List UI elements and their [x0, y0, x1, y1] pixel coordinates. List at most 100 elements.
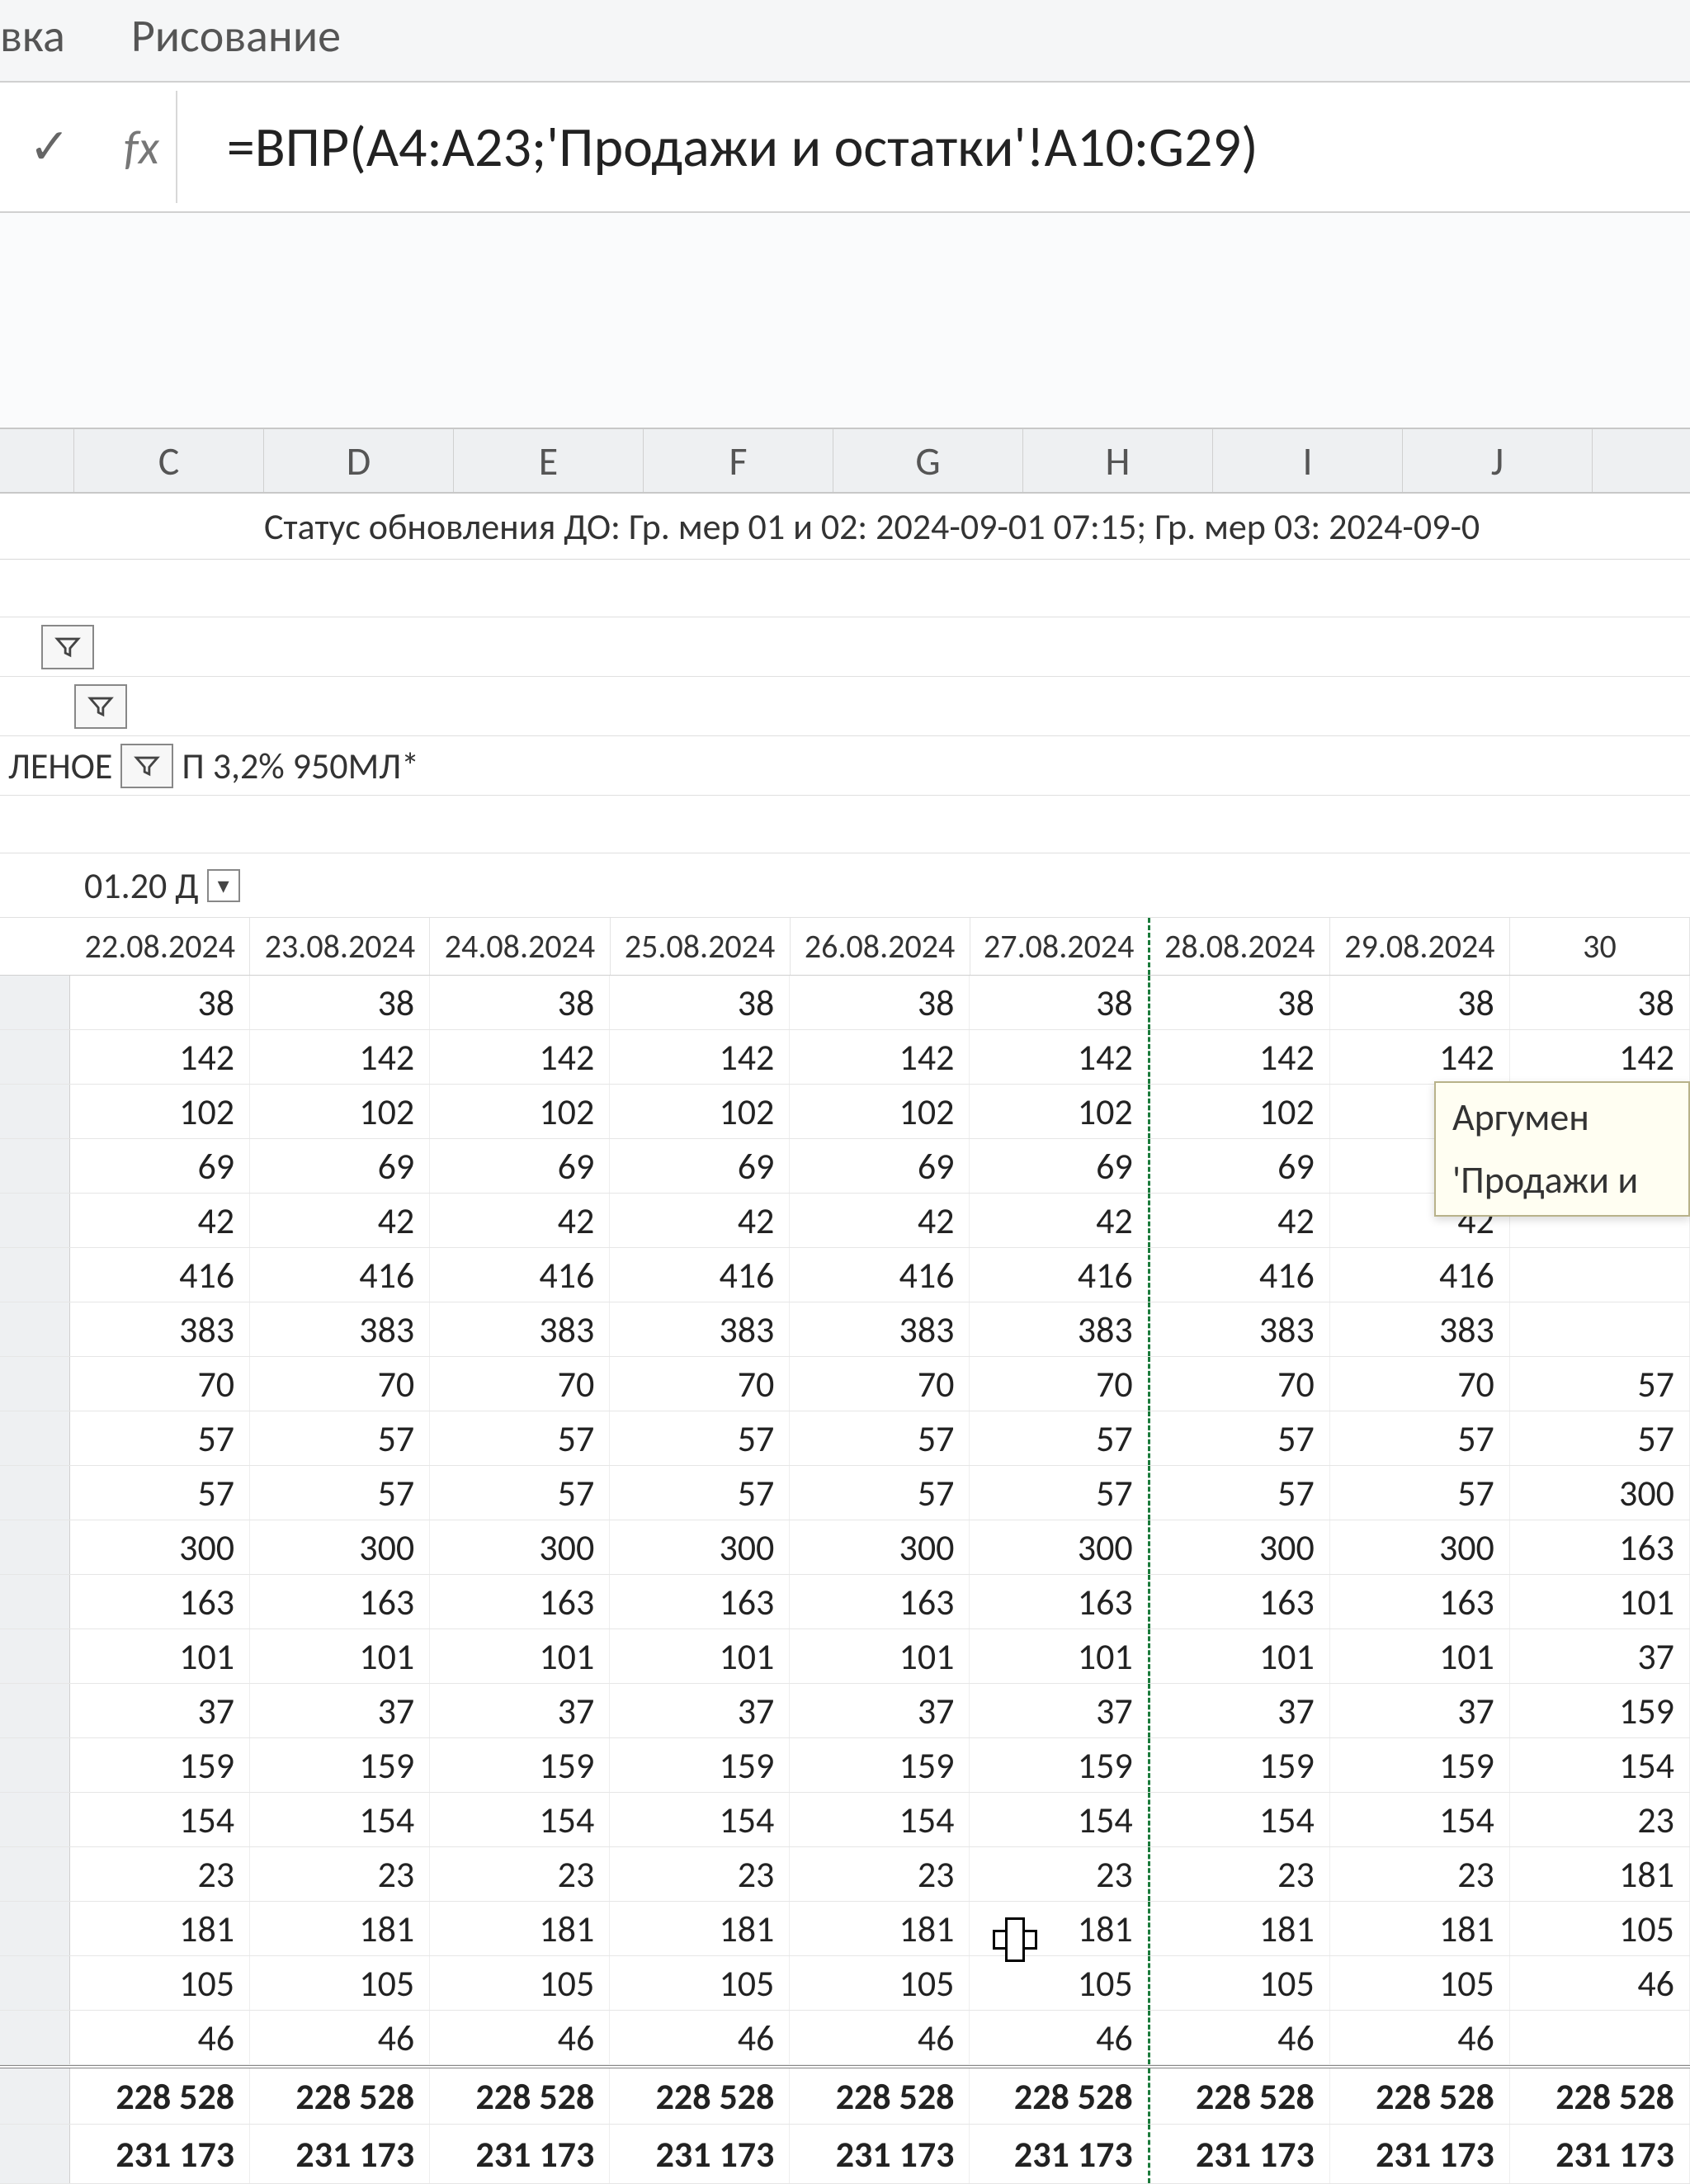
month-selector[interactable]: 01.20 Д ▾: [74, 863, 264, 908]
data-cell[interactable]: 102: [610, 1085, 790, 1138]
row-header[interactable]: [0, 1194, 70, 1247]
row-header[interactable]: [0, 1738, 70, 1792]
row-header[interactable]: [0, 2068, 70, 2124]
data-cell[interactable]: 181: [250, 1902, 430, 1955]
data-cell[interactable]: 159: [1150, 1738, 1330, 1792]
data-cell[interactable]: 46: [1330, 2011, 1510, 2064]
data-cell[interactable]: 105: [1330, 1956, 1510, 2010]
data-cell[interactable]: 23: [610, 1847, 790, 1901]
row-header[interactable]: [0, 1575, 70, 1629]
data-cell[interactable]: 57: [1510, 1357, 1690, 1411]
column-header-G[interactable]: G: [833, 429, 1023, 492]
data-cell[interactable]: 300: [250, 1520, 430, 1574]
data-cell[interactable]: 101: [70, 1629, 250, 1683]
data-cell[interactable]: 231 173: [1150, 2125, 1330, 2183]
ribbon-tab-draw[interactable]: Рисование: [131, 8, 341, 64]
chevron-down-icon[interactable]: ▾: [207, 869, 240, 902]
data-cell[interactable]: 181: [970, 1902, 1149, 1955]
data-cell[interactable]: 70: [430, 1357, 610, 1411]
data-cell[interactable]: 37: [1150, 1684, 1330, 1737]
data-cell[interactable]: 105: [970, 1956, 1149, 2010]
data-cell[interactable]: 416: [970, 1248, 1149, 1302]
data-cell[interactable]: 228 528: [610, 2068, 790, 2124]
data-cell[interactable]: 101: [250, 1629, 430, 1683]
data-cell[interactable]: 163: [1510, 1520, 1690, 1574]
row-header[interactable]: [0, 976, 70, 1029]
data-cell[interactable]: 142: [610, 1030, 790, 1084]
data-cell[interactable]: 142: [790, 1030, 970, 1084]
data-cell[interactable]: 69: [970, 1139, 1149, 1193]
column-header-D[interactable]: D: [264, 429, 454, 492]
data-cell[interactable]: 228 528: [250, 2068, 430, 2124]
data-cell[interactable]: 154: [610, 1793, 790, 1846]
data-cell[interactable]: 105: [70, 1956, 250, 2010]
date-header[interactable]: 27.08.2024: [970, 918, 1150, 975]
data-cell[interactable]: 228 528: [1150, 2068, 1330, 2124]
data-cell[interactable]: 42: [610, 1194, 790, 1247]
data-cell[interactable]: 42: [1150, 1194, 1330, 1247]
data-cell[interactable]: 163: [430, 1575, 610, 1629]
column-header-C[interactable]: C: [74, 429, 264, 492]
data-cell[interactable]: 37: [970, 1684, 1149, 1737]
data-cell[interactable]: 23: [430, 1847, 610, 1901]
data-cell[interactable]: 105: [1510, 1902, 1690, 1955]
data-cell[interactable]: 228 528: [970, 2068, 1149, 2124]
column-header-F[interactable]: F: [644, 429, 833, 492]
data-cell[interactable]: 42: [250, 1194, 430, 1247]
data-cell[interactable]: 181: [430, 1902, 610, 1955]
data-cell[interactable]: 383: [70, 1302, 250, 1356]
data-cell[interactable]: 105: [1150, 1956, 1330, 2010]
data-cell[interactable]: 105: [610, 1956, 790, 2010]
data-cell[interactable]: 228 528: [70, 2068, 250, 2124]
data-cell[interactable]: 42: [70, 1194, 250, 1247]
data-cell[interactable]: 159: [430, 1738, 610, 1792]
data-cell[interactable]: 38: [1330, 976, 1510, 1029]
data-cell[interactable]: 23: [250, 1847, 430, 1901]
data-cell[interactable]: 154: [70, 1793, 250, 1846]
data-cell[interactable]: 38: [1150, 976, 1330, 1029]
data-cell[interactable]: 57: [430, 1411, 610, 1465]
data-cell[interactable]: 231 173: [1330, 2125, 1510, 2183]
data-cell[interactable]: 142: [1150, 1030, 1330, 1084]
data-cell[interactable]: 57: [70, 1466, 250, 1520]
data-cell[interactable]: 231 173: [610, 2125, 790, 2183]
data-cell[interactable]: 57: [250, 1466, 430, 1520]
row-header[interactable]: [0, 1357, 70, 1411]
data-cell[interactable]: 23: [1330, 1847, 1510, 1901]
data-cell[interactable]: 46: [1150, 2011, 1330, 2064]
row-header[interactable]: [0, 1684, 70, 1737]
date-header[interactable]: 28.08.2024: [1150, 918, 1330, 975]
data-cell[interactable]: 154: [430, 1793, 610, 1846]
data-cell[interactable]: 416: [430, 1248, 610, 1302]
data-cell[interactable]: 300: [1330, 1520, 1510, 1574]
data-cell[interactable]: 102: [430, 1085, 610, 1138]
data-cell[interactable]: 383: [610, 1302, 790, 1356]
data-cell[interactable]: 416: [610, 1248, 790, 1302]
data-cell[interactable]: 101: [430, 1629, 610, 1683]
data-cell[interactable]: 70: [970, 1357, 1149, 1411]
data-cell[interactable]: 37: [430, 1684, 610, 1737]
data-cell[interactable]: 231 173: [970, 2125, 1149, 2183]
data-cell[interactable]: 300: [430, 1520, 610, 1574]
row-header[interactable]: [0, 1902, 70, 1955]
data-cell[interactable]: 228 528: [1330, 2068, 1510, 2124]
data-cell[interactable]: 101: [790, 1629, 970, 1683]
data-cell[interactable]: 142: [250, 1030, 430, 1084]
row-header[interactable]: [0, 1520, 70, 1574]
data-cell[interactable]: 57: [610, 1466, 790, 1520]
column-header-E[interactable]: E: [454, 429, 644, 492]
formula-confirm-button[interactable]: ✓: [17, 97, 83, 196]
data-cell[interactable]: 163: [250, 1575, 430, 1629]
data-cell[interactable]: 23: [790, 1847, 970, 1901]
data-cell[interactable]: 105: [430, 1956, 610, 2010]
data-cell[interactable]: 159: [970, 1738, 1149, 1792]
data-cell[interactable]: 159: [1510, 1684, 1690, 1737]
data-cell[interactable]: 46: [430, 2011, 610, 2064]
data-cell[interactable]: [1510, 2011, 1690, 2064]
data-cell[interactable]: 42: [430, 1194, 610, 1247]
data-cell[interactable]: 38: [1510, 976, 1690, 1029]
data-cell[interactable]: 57: [970, 1411, 1149, 1465]
data-cell[interactable]: 142: [1330, 1030, 1510, 1084]
data-cell[interactable]: 46: [70, 2011, 250, 2064]
data-cell[interactable]: 300: [610, 1520, 790, 1574]
